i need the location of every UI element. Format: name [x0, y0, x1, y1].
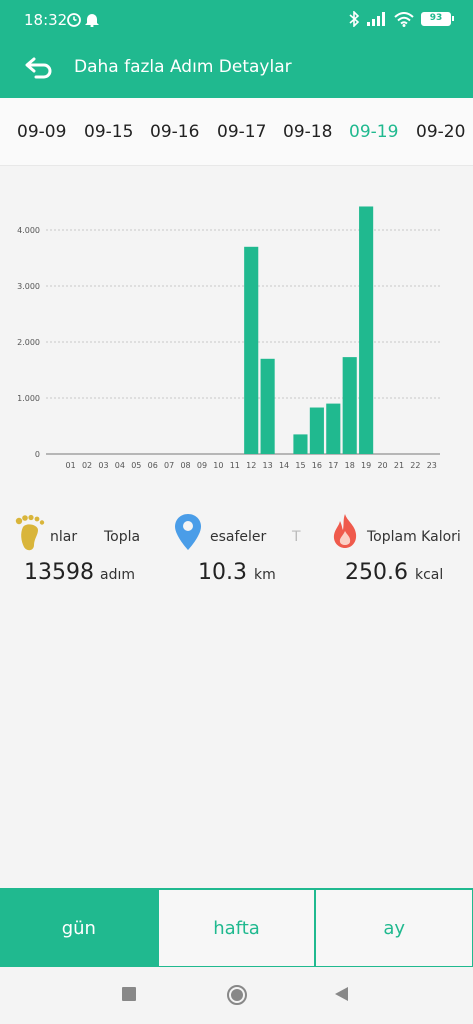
x-tick-label: 07 — [164, 461, 174, 470]
calories-unit: kcal — [415, 567, 444, 583]
y-tick-label: 1.000 — [17, 394, 40, 403]
status-bar: 18:32 93 — [0, 0, 473, 38]
date-tab-0909[interactable]: 09-09 — [17, 122, 66, 142]
app-bar: Daha fazla Adım Detaylar — [0, 38, 473, 98]
date-tab-0920[interactable]: 09-20 — [416, 122, 465, 142]
x-tick-label: 13 — [263, 461, 273, 470]
x-tick-label: 04 — [115, 461, 125, 470]
bar — [260, 358, 275, 454]
bar — [244, 246, 259, 454]
system-nav-bar — [0, 967, 473, 1024]
y-tick-label: 0 — [35, 450, 40, 459]
x-tick-label: 12 — [246, 461, 256, 470]
page-title: Daha fazla Adım Detaylar — [74, 57, 292, 77]
home-icon[interactable] — [226, 984, 248, 1006]
tab-day[interactable]: gün — [0, 889, 158, 967]
x-tick-label: 10 — [213, 461, 223, 470]
x-tick-label: 14 — [279, 461, 289, 470]
x-tick-label: 16 — [312, 461, 322, 470]
status-right-icons: 93 — [348, 11, 454, 27]
distance-label-left: esafeler — [210, 529, 267, 545]
y-tick-label: 4.000 — [17, 226, 40, 235]
location-pin-icon — [175, 514, 201, 550]
bluetooth-icon — [349, 11, 360, 27]
steps-unit: adım — [100, 567, 135, 583]
steps-label-right: Topla — [104, 529, 141, 545]
recents-icon[interactable] — [121, 986, 137, 1002]
y-tick-label: 3.000 — [17, 282, 40, 291]
x-tick-label: 17 — [328, 461, 338, 470]
date-tabs: 09-09 09-15 09-16 09-17 09-18 09-19 09-2… — [0, 98, 473, 166]
distance-unit: km — [254, 567, 276, 583]
tab-week[interactable]: hafta — [157, 889, 316, 967]
bar — [309, 407, 324, 454]
steps-value: 13598 — [24, 560, 94, 585]
x-tick-label: 09 — [197, 461, 207, 470]
x-tick-label: 03 — [98, 461, 108, 470]
calories-value: 250.6 — [345, 560, 408, 585]
status-time: 18:32 — [24, 11, 68, 29]
x-tick-label: 08 — [180, 461, 190, 470]
x-tick-label: 18 — [345, 461, 355, 470]
tab-month[interactable]: ay — [315, 889, 473, 967]
back-arrow-icon[interactable] — [24, 55, 56, 81]
x-tick-label: 22 — [410, 461, 420, 470]
bar — [326, 403, 341, 454]
back-nav-icon[interactable] — [333, 986, 349, 1002]
distance-label-right: T — [292, 529, 301, 545]
steps-chart: 0 1.000 2.000 3.000 4.000 01 02 03 04 05 06 07 08 09 1… — [0, 166, 473, 496]
bar — [359, 206, 374, 454]
x-tick-label: 21 — [394, 461, 404, 470]
footprint-icon — [15, 514, 45, 551]
x-tick-label: 19 — [361, 461, 371, 470]
x-tick-label: 02 — [82, 461, 92, 470]
alarm-icon — [67, 13, 99, 28]
calories-label: Toplam Kalori — [367, 529, 461, 545]
date-tab-0916[interactable]: 09-16 — [150, 122, 199, 142]
x-tick-label: 11 — [230, 461, 240, 470]
battery-icon: 93 — [421, 12, 454, 26]
x-tick-label: 05 — [131, 461, 141, 470]
date-tab-0919[interactable]: 09-19 — [349, 122, 398, 142]
x-tick-label: 15 — [295, 461, 305, 470]
x-tick-label: 20 — [377, 461, 387, 470]
wifi-icon — [394, 11, 414, 27]
date-tab-0918[interactable]: 09-18 — [283, 122, 332, 142]
bar — [293, 434, 308, 454]
bar — [342, 357, 357, 454]
period-tabs: gün hafta ay — [0, 888, 473, 967]
y-tick-label: 2.000 — [17, 338, 40, 347]
x-tick-label: 06 — [148, 461, 158, 470]
stats-row: nlar Topla 13598 adım esafeler T 10.3 km… — [0, 505, 473, 625]
signal-icon — [367, 12, 385, 26]
steps-bar-chart: 0 1.000 2.000 3.000 4.000 01 02 03 04 05 06 07 08 09 1… — [17, 206, 440, 470]
date-tab-0917[interactable]: 09-17 — [217, 122, 266, 142]
distance-value: 10.3 — [198, 560, 247, 585]
x-tick-label: 23 — [427, 461, 437, 470]
flame-icon — [333, 514, 357, 548]
status-left-icons — [66, 11, 104, 31]
date-tab-0915[interactable]: 09-15 — [84, 122, 133, 142]
steps-label-left: nlar — [50, 529, 78, 545]
x-tick-label: 01 — [66, 461, 76, 470]
